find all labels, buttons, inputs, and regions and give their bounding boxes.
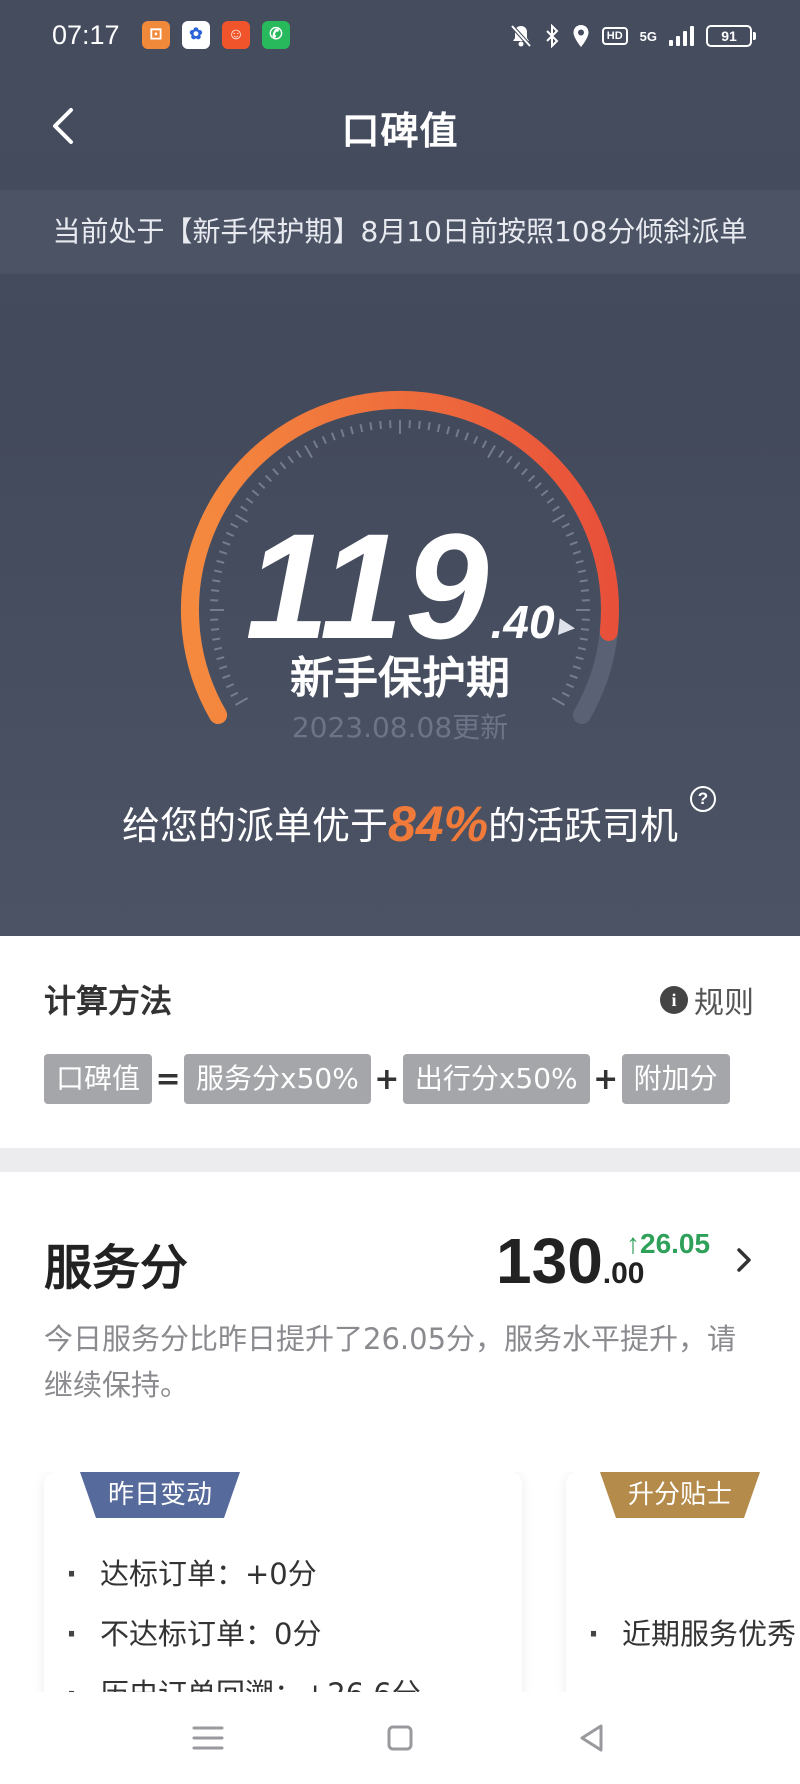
service-score-section: 服务分 130.00 ↑26.05 今日服务分比昨日提升了26.05分，服务水平…: [0, 1172, 800, 1692]
stage-label: 新手保护期: [290, 653, 510, 704]
dispatch-rank: 给您的派单优于84%的活跃司机: [0, 795, 800, 853]
formula-chip-reputation: 口碑值: [44, 1054, 153, 1104]
service-score-decimal: .00: [602, 1257, 645, 1290]
phone-app-icon: ✆: [262, 21, 290, 49]
dispatch-suffix: 的活跃司机: [488, 804, 679, 848]
formula-plus: +: [593, 1061, 619, 1097]
home-square-icon: [387, 1725, 413, 1751]
system-nav-bar: [0, 1692, 800, 1784]
calc-method-card: 计算方法 i 规则 口碑值 = 服务分x50% + 出行分x50% + 附加分: [0, 936, 800, 1148]
hd-icon: HD: [601, 27, 628, 45]
menu-button[interactable]: [184, 1714, 232, 1762]
list-item: 历史订单回溯：+26.6分: [66, 1664, 421, 1692]
service-delta-value: 26.05: [640, 1228, 711, 1259]
formula-chip-service: 服务分x50%: [184, 1054, 371, 1104]
info-icon: i: [660, 986, 688, 1014]
service-cards: 昨日变动 达标订单：+0分 不达标订单：0分 历史订单回溯：+26.6分 升分贴…: [0, 1472, 800, 1692]
signal-icon: [669, 26, 694, 46]
tips-card[interactable]: 升分贴士 近期服务优秀: [566, 1472, 800, 1692]
list-item: 近期服务优秀: [588, 1604, 796, 1664]
card-tag: 昨日变动: [80, 1472, 240, 1518]
protection-banner: 当前处于【新手保护期】8月10日前按照108分倾斜派单: [0, 190, 800, 274]
location-icon: [572, 24, 590, 48]
service-score-integer: 130: [496, 1225, 603, 1297]
formula-chip-travel: 出行分x50%: [402, 1054, 590, 1104]
service-detail-button[interactable]: [728, 1240, 760, 1280]
updated-date: 2023.08.08更新: [291, 711, 509, 744]
arrow-up-icon: ↑: [626, 1228, 640, 1259]
system-back-button[interactable]: [568, 1714, 616, 1762]
score-gauge: 119.40 新手保护期 2023.08.08更新: [0, 320, 800, 760]
rules-link[interactable]: i 规则: [660, 978, 754, 1022]
baidu-icon: ✿: [182, 21, 210, 49]
list-item: 达标订单：+0分: [66, 1544, 421, 1604]
nav-bar: 口碑值: [0, 86, 800, 166]
service-delta: ↑26.05: [626, 1228, 710, 1260]
service-title: 服务分: [44, 1240, 189, 1296]
status-icons: HD 5G 91: [510, 18, 756, 54]
dispatch-percent: 84%: [387, 796, 489, 852]
rules-label: 规则: [694, 986, 754, 1021]
yesterday-change-card[interactable]: 昨日变动 达标订单：+0分 不达标订单：0分 历史订单回溯：+26.6分: [44, 1472, 522, 1692]
card-tag: 升分贴士: [600, 1472, 760, 1518]
dispatch-prefix: 给您的派单优于: [121, 804, 388, 848]
service-description: 今日服务分比昨日提升了26.05分，服务水平提升，请继续保持。: [44, 1322, 737, 1402]
hero-panel: 07:17 ⊡ ✿ ☺ ✆ HD 5G 91 口碑值 当前处于【新手保护期】8月…: [0, 0, 800, 936]
menu-icon: [192, 1726, 224, 1750]
change-list: 达标订单：+0分 不达标订单：0分 历史订单回溯：+26.6分: [66, 1544, 421, 1692]
triangle-back-icon: [580, 1724, 603, 1752]
tips-list: 近期服务优秀: [588, 1604, 796, 1664]
status-bar: 07:17 ⊡ ✿ ☺ ✆ HD 5G 91: [0, 0, 800, 72]
page-title: 口碑值: [341, 109, 459, 153]
service-score[interactable]: 130.00: [496, 1224, 645, 1298]
chevron-right-icon: [737, 1248, 751, 1272]
score-decimal: .40: [490, 596, 555, 648]
formula-equals: =: [155, 1061, 181, 1097]
status-time: 07:17: [52, 20, 120, 50]
calc-title: 计算方法: [44, 982, 173, 1020]
app-people-icon: ☺: [222, 21, 250, 49]
help-icon[interactable]: ?: [690, 786, 716, 812]
formula: 口碑值 = 服务分x50% + 出行分x50% + 附加分: [44, 1054, 730, 1104]
battery-icon: 91: [706, 25, 756, 47]
formula-plus: +: [374, 1061, 400, 1097]
home-button[interactable]: [376, 1714, 424, 1762]
list-item: 不达标订单：0分: [66, 1604, 421, 1664]
section-divider: [0, 1148, 800, 1172]
mute-bell-icon: [510, 24, 532, 48]
formula-chip-bonus: 附加分: [621, 1054, 730, 1104]
app-orange-icon: ⊡: [142, 21, 170, 49]
network-5g-icon: 5G: [639, 28, 657, 44]
bluetooth-icon: [544, 24, 560, 48]
